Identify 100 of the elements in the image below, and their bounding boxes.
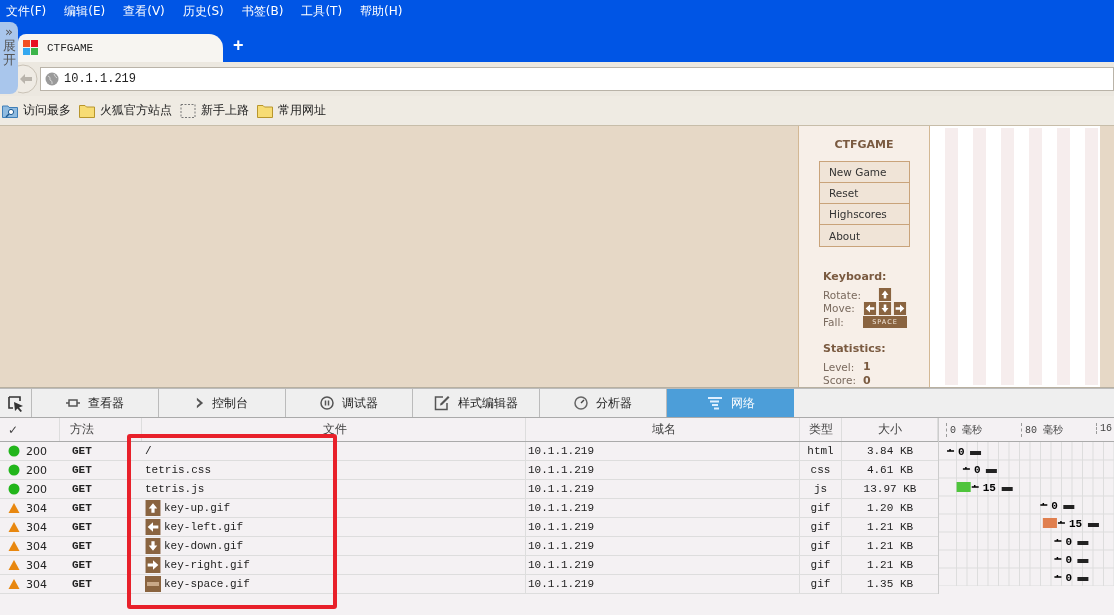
column-header[interactable]: 大小 [842,418,938,441]
menu-item[interactable]: 帮助(H) [360,2,403,20]
timing-label: 0 [1065,572,1072,584]
column-header[interactable]: ✓ [0,418,60,441]
domain-cell: 10.1.1.219 [526,480,800,498]
box-icon [66,396,80,410]
pause-icon [320,396,334,410]
section-heading: Statistics: [823,342,886,356]
size-cell-text: 4.61 KB [865,463,915,478]
file-name: key-up.gif [164,502,230,514]
menu-item[interactable]: 书签(B) [241,2,284,20]
domain-cell: 10.1.1.219 [526,499,800,517]
menu-item[interactable]: 编辑(E) [64,2,106,20]
method-cell-text: GET [71,539,93,554]
search-folder-icon [2,103,18,118]
stat-label: Score: [823,374,857,387]
timing-label: 15 [1068,518,1083,530]
status-triangle-icon [8,578,20,590]
bookmark-item[interactable]: 火狐官方站点 [79,102,172,119]
type-cell: gif [800,556,842,574]
unit-mark [970,451,982,455]
status-code: 200 [26,463,47,477]
timing-label: 0 [958,446,965,458]
game-menu-button[interactable]: About [820,225,909,246]
unit-mark [1001,487,1013,491]
bookmark-item[interactable]: 新手上路 [180,102,249,119]
tick-label: 80 毫秒 [1021,423,1063,437]
timing-label: 0 [973,464,981,476]
status-dot-icon [8,483,20,495]
column-header[interactable]: 域名 [526,418,800,441]
game-menu-button[interactable]: New Game [820,162,909,183]
timing-label: 15 [982,482,996,494]
key-label: Rotate: [823,288,862,301]
arrow-key-icon [878,288,892,302]
timing-label: 0 [1065,536,1072,548]
tick-label: 16 [1096,423,1112,434]
file-name: key-left.gif [164,521,244,533]
tiles-icon [23,40,39,56]
column-header[interactable]: 类型 [800,418,842,441]
size-cell-text: 1.35 KB [865,577,915,592]
stat-value: 0 [863,373,871,387]
menu-item[interactable]: 历史(S) [182,2,224,20]
bookmark-item[interactable]: 常用网址 [257,102,326,119]
stat-value: 1 [863,360,871,374]
key-thumbnail-icon [145,557,161,573]
status-code: 304 [26,501,47,515]
column-header[interactable]: 文件 [142,418,526,441]
address-field[interactable]: 10.1.1.219 [40,67,1114,91]
status-triangle-icon [8,540,20,552]
status-triangle-icon [8,559,20,571]
bookmark-item[interactable]: 访问最多 [2,102,71,119]
method-cell-text: GET [71,520,93,535]
sidebar-toggle[interactable]: » 展开 [0,22,18,94]
status-code: 200 [26,444,47,458]
status-code: 200 [26,482,47,496]
key-label: Move: [823,302,856,315]
status-triangle-icon [8,502,20,514]
method-cell-text: GET [71,482,93,497]
method-cell-text: GET [71,463,93,478]
domain-cell: 10.1.1.219 [526,518,800,536]
type-cell: js [800,480,842,498]
folder-icon [79,103,95,118]
file-name: key-right.gif [164,559,250,571]
size-cell-text: 13.97 KB [862,482,918,497]
gauge-icon [574,396,588,410]
browser-tab[interactable]: CTFGAME [18,34,223,62]
arrow-key-icon [893,301,907,315]
timing-label: 0 [1065,554,1072,566]
domain-cell: 10.1.1.219 [526,575,800,593]
arrow-icon [1057,520,1066,524]
status-code: 304 [26,577,47,591]
key-thumbnail-icon [145,500,161,516]
size-cell-text: 1.21 KB [865,558,915,573]
size-cell-text: 1.20 KB [865,501,915,516]
key-thumbnail-icon [145,519,161,535]
status-code: 304 [26,520,47,534]
arrow-icon [970,484,980,488]
unit-mark [1077,559,1089,563]
stat-label: Level: [823,360,856,373]
new-tab-button[interactable]: + [233,35,244,56]
chevron-icon [196,396,204,410]
menu-item[interactable]: 文件(F) [6,2,47,20]
size-cell-text: 1.21 KB [865,520,915,535]
game-title: CTFGAME [834,138,894,151]
method-cell-text: GET [71,558,93,573]
status-dot-icon [8,464,20,476]
key-thumbnail-icon [145,576,161,592]
status-triangle-icon [8,521,20,533]
column-header[interactable]: 方法 [60,418,142,441]
unit-mark [985,469,997,473]
menu-item[interactable]: 工具(T) [301,2,343,20]
method-cell-text: GET [71,444,93,459]
file-name: tetris.js [145,483,205,495]
menu-item[interactable]: 查看(V) [123,2,165,20]
status-code: 304 [26,539,47,553]
unit-mark [1063,505,1075,509]
method-cell-text: GET [71,501,93,516]
domain-cell: 10.1.1.219 [526,461,800,479]
game-menu-button[interactable]: Reset [820,183,909,204]
game-menu-button[interactable]: Highscores [820,204,909,225]
